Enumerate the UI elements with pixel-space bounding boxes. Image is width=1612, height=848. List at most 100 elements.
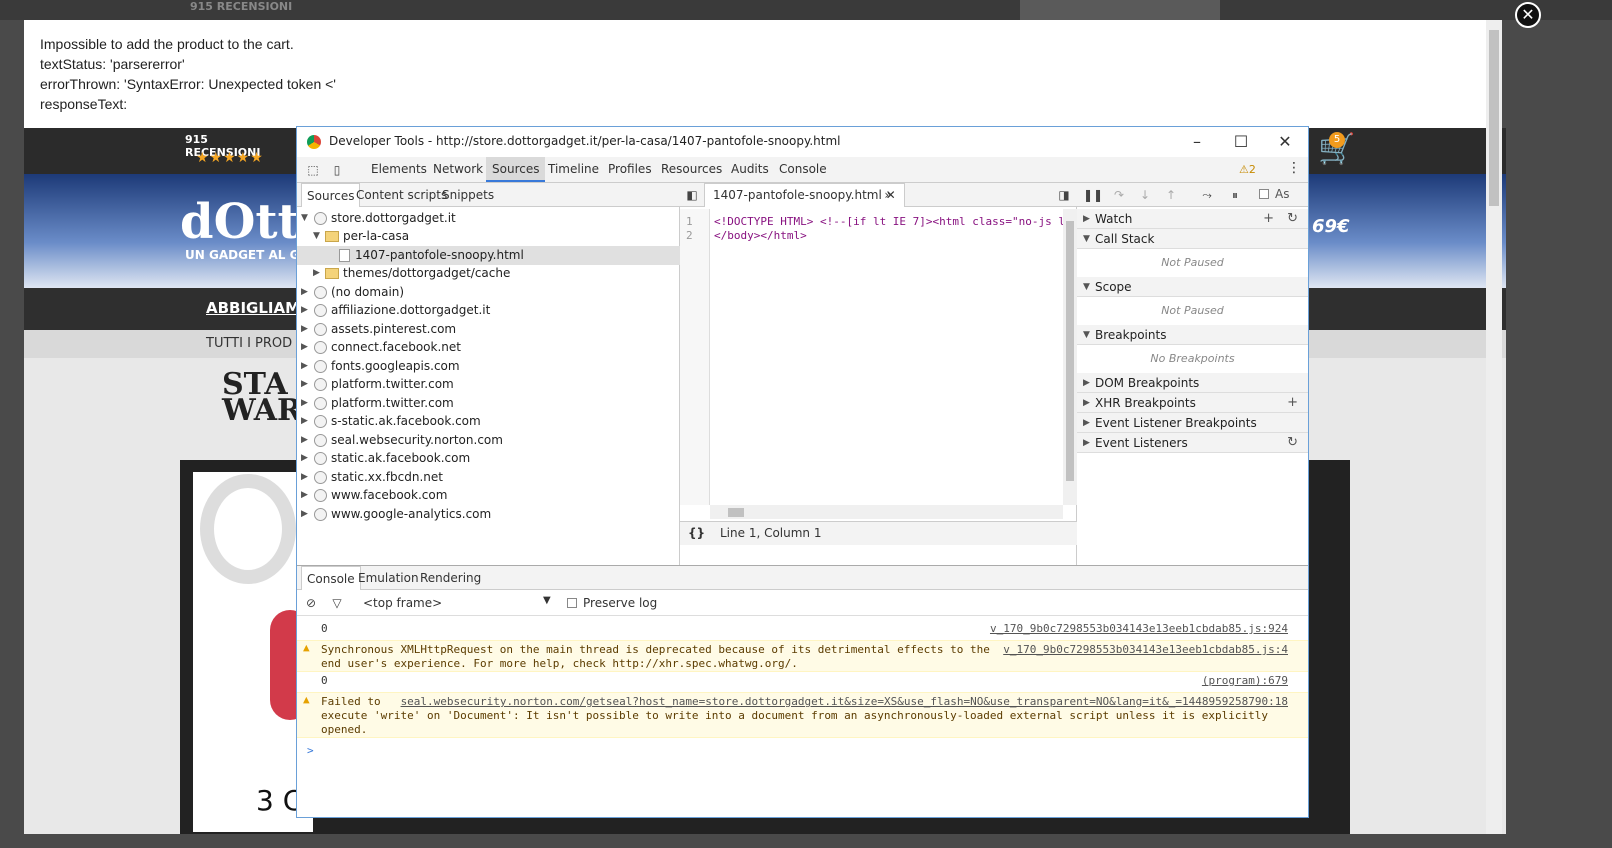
- maximize-icon[interactable]: ☐: [1219, 130, 1263, 154]
- tab-timeline[interactable]: Timeline: [542, 157, 605, 182]
- pause-on-exceptions-icon[interactable]: ⏸: [1227, 187, 1243, 203]
- editor-file-tab[interactable]: 1407-pantofole-snoopy.html ✕: [704, 183, 905, 207]
- editor-horizontal-thumb[interactable]: [728, 508, 744, 517]
- tab-sources[interactable]: Sources: [486, 157, 546, 182]
- tree-item-domain[interactable]: ▶ s-static.ak.facebook.com: [297, 412, 680, 431]
- store-stars: ★★★★★: [196, 150, 264, 166]
- store-search-box[interactable]: [1020, 0, 1220, 20]
- deactivate-breakpoints-icon[interactable]: ⤳: [1199, 187, 1215, 203]
- nav-tab-snippets[interactable]: Snippets: [437, 183, 499, 207]
- tree-item-domain[interactable]: ▶ connect.facebook.net: [297, 338, 680, 357]
- console-source-link[interactable]: (program):679: [1202, 674, 1288, 688]
- tree-item-domain[interactable]: ▶ www.google-analytics.com: [297, 505, 680, 524]
- editor-tabs: ◧ 1407-pantofole-snoopy.html ✕ » ◨: [680, 183, 1077, 207]
- more-tabs-icon[interactable]: »: [880, 187, 896, 203]
- toggle-navigator-icon[interactable]: ◧: [684, 187, 700, 203]
- tree-item-domain[interactable]: ▶ www.facebook.com: [297, 486, 680, 505]
- step-out-icon[interactable]: ↑: [1163, 187, 1179, 203]
- console-source-link[interactable]: v_170_9b0c7298553b034143e13eeb1cbdab85.j…: [990, 622, 1288, 636]
- section-breakpoints[interactable]: ▼ Breakpoints: [1077, 325, 1308, 345]
- tree-item-domain[interactable]: ▶ static.ak.facebook.com: [297, 449, 680, 468]
- breakpoints-status: No Breakpoints: [1150, 352, 1235, 365]
- frame-select[interactable]: <top frame>: [363, 596, 442, 610]
- store-nav-item[interactable]: ABBIGLIAM: [206, 299, 300, 317]
- refresh-watch-icon: ↻: [1287, 211, 1298, 226]
- close-icon[interactable]: ✕: [1515, 2, 1541, 28]
- console-text: end user's experience. For more help, ch…: [321, 657, 798, 670]
- tab-audits[interactable]: Audits: [725, 157, 775, 182]
- clear-console-icon[interactable]: ⊘: [303, 595, 319, 611]
- tree-item-domain[interactable]: ▼ store.dottorgadget.it: [297, 209, 680, 228]
- page-scrollbar-thumb[interactable]: [1489, 30, 1499, 206]
- tab-network[interactable]: Network: [427, 157, 489, 182]
- more-menu-icon[interactable]: ⋮: [1287, 160, 1301, 176]
- minimize-icon[interactable]: –: [1175, 130, 1219, 154]
- editor-horizontal-scrollbar[interactable]: [710, 505, 1063, 519]
- close-window-icon[interactable]: ✕: [1263, 130, 1307, 154]
- cursor-position: Line 1, Column 1: [720, 526, 822, 540]
- devtools-titlebar[interactable]: Developer Tools - http://store.dottorgad…: [297, 127, 1308, 157]
- error-message: Impossible to add the product to the car…: [40, 34, 336, 114]
- async-checkbox[interactable]: [1259, 189, 1269, 199]
- tree-item-file[interactable]: 1407-pantofole-snoopy.html: [297, 246, 680, 265]
- tree-item-domain[interactable]: ▶ seal.websecurity.norton.com: [297, 431, 680, 450]
- inspect-element-icon[interactable]: ⬚: [305, 162, 321, 178]
- line-gutter: 1 2: [680, 209, 710, 505]
- chevron-down-icon[interactable]: ▼: [543, 595, 551, 606]
- console-text: execute 'write' on 'Document': It isn't …: [321, 709, 1269, 722]
- console-source-link[interactable]: v_170_9b0c7298553b034143e13eeb1cbdab85.j…: [1003, 643, 1288, 657]
- preserve-log-checkbox[interactable]: [567, 598, 577, 608]
- editor-statusbar: {} Line 1, Column 1: [680, 521, 1077, 545]
- tab-profiles[interactable]: Profiles: [602, 157, 658, 182]
- section-dom-breakpoints[interactable]: ▶ DOM Breakpoints: [1077, 373, 1308, 393]
- warning-icon: ▲: [303, 641, 310, 654]
- pretty-print-icon[interactable]: {}: [688, 522, 705, 544]
- tree-item-domain[interactable]: ▶ platform.twitter.com: [297, 394, 680, 413]
- tab-resources[interactable]: Resources: [655, 157, 728, 182]
- pause-icon[interactable]: ❚❚: [1083, 187, 1103, 203]
- warning-counter[interactable]: ⚠2: [1239, 163, 1256, 176]
- drawer-tab-emulation[interactable]: Emulation: [353, 566, 424, 590]
- store-logo[interactable]: dOtt: [180, 194, 300, 250]
- debugger-sidebar: ❚❚ ↷ ↓ ↑ ⤳ ⏸ As ▶ Watch + ↻ ▼ Call Stack Not…: [1077, 183, 1308, 565]
- section-event-listener-breakpoints[interactable]: ▶ Event Listener Breakpoints: [1077, 413, 1308, 433]
- section-watch[interactable]: ▶ Watch + ↻: [1077, 209, 1308, 229]
- section-call-stack[interactable]: ▼ Call Stack: [1077, 229, 1308, 249]
- store-subnav-item[interactable]: TUTTI I PROD: [206, 336, 292, 351]
- error-line: textStatus: 'parsererror': [40, 56, 185, 72]
- console-toolbar: ⊘ ▽ <top frame> ▼ Preserve log: [297, 590, 1308, 616]
- drawer-tab-rendering[interactable]: Rendering: [415, 566, 486, 590]
- section-scope[interactable]: ▼ Scope: [1077, 277, 1308, 297]
- step-into-icon[interactable]: ↓: [1137, 187, 1153, 203]
- drawer-tab-console[interactable]: Console: [301, 566, 361, 590]
- section-xhr-breakpoints[interactable]: ▶ XHR Breakpoints +: [1077, 393, 1308, 413]
- warning-icon: ▲: [303, 693, 310, 706]
- console-warning: ▲ Failed to seal.websecurity.norton.com/…: [297, 692, 1308, 738]
- tree-item-folder[interactable]: ▶ themes/dottorgadget/cache: [297, 264, 680, 283]
- tab-elements[interactable]: Elements: [365, 157, 433, 182]
- tree-item-domain[interactable]: ▶ platform.twitter.com: [297, 375, 680, 394]
- code-line[interactable]: <!DOCTYPE HTML> <!--[if lt IE 7]><html c…: [714, 215, 1072, 228]
- console-source-link[interactable]: seal.websecurity.norton.com/getseal?host…: [401, 695, 1288, 709]
- prompt-icon: >: [307, 744, 314, 757]
- section-event-listeners[interactable]: ▶ Event Listeners ↻: [1077, 433, 1308, 453]
- filter-icon[interactable]: ▽: [329, 595, 345, 611]
- preserve-log-label: Preserve log: [583, 596, 658, 610]
- tree-item-folder[interactable]: ▼ per-la-casa: [297, 227, 680, 246]
- tree-item-domain[interactable]: ▶ (no domain): [297, 283, 680, 302]
- code-line[interactable]: </body></html>: [714, 229, 807, 242]
- tree-item-domain[interactable]: ▶ fonts.googleapis.com: [297, 357, 680, 376]
- file-tree: ▼ store.dottorgadget.it ▼ per-la-casa 1407…: [297, 209, 680, 565]
- editor-vertical-thumb[interactable]: [1066, 221, 1074, 481]
- source-editor: ◧ 1407-pantofole-snoopy.html ✕ » ◨ 1 2 <…: [680, 183, 1077, 565]
- tree-item-domain[interactable]: ▶ assets.pinterest.com: [297, 320, 680, 339]
- device-mode-icon[interactable]: ▯: [329, 162, 345, 178]
- console-prompt[interactable]: >: [297, 744, 1308, 760]
- async-label: As: [1275, 187, 1290, 201]
- tree-item-domain[interactable]: ▶ static.xx.fbcdn.net: [297, 468, 680, 487]
- tree-item-domain[interactable]: ▶ affiliazione.dottorgadget.it: [297, 301, 680, 320]
- toggle-debugger-icon[interactable]: ◨: [1056, 187, 1072, 203]
- chrome-icon: [307, 135, 321, 149]
- step-over-icon[interactable]: ↷: [1111, 187, 1127, 203]
- tab-console[interactable]: Console: [773, 157, 833, 182]
